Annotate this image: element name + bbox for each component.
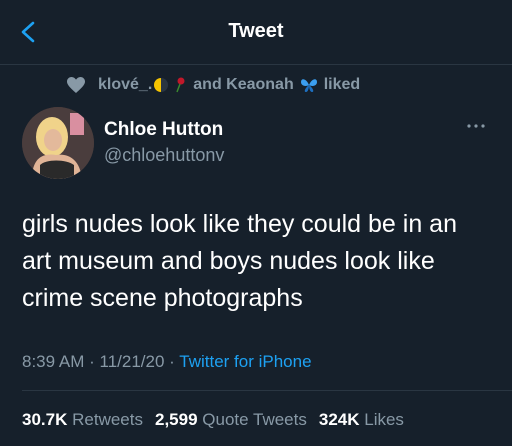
social-context[interactable]: klové_. and Keaonah liked bbox=[66, 74, 360, 96]
liked-label: liked bbox=[323, 76, 361, 93]
quote-tweets-label: Quote Tweets bbox=[202, 410, 307, 429]
stats-divider bbox=[22, 390, 512, 391]
page-title: Tweet bbox=[228, 20, 284, 42]
likes-stat[interactable]: 324K Likes bbox=[319, 410, 404, 430]
meta-separator: · bbox=[169, 352, 175, 371]
author-handle[interactable]: @chloehuttonv bbox=[104, 145, 224, 166]
likes-count: 324K bbox=[318, 410, 360, 429]
meta-separator: · bbox=[89, 352, 95, 371]
liked-others: and Keaonah bbox=[193, 76, 294, 93]
rose-emoji-icon bbox=[176, 77, 185, 93]
liker-name[interactable]: klové_. bbox=[98, 76, 152, 94]
more-options-icon[interactable] bbox=[466, 122, 486, 130]
tweet-text: girls nudes look like they could be in a… bbox=[22, 210, 457, 312]
tweet-date: 11/21/20 bbox=[99, 352, 165, 371]
header-divider bbox=[0, 64, 512, 65]
tweet-stats: 30.7K Retweets 2,599 Quote Tweets 324K L… bbox=[22, 410, 404, 430]
retweets-stat[interactable]: 30.7K Retweets bbox=[22, 410, 143, 430]
avatar[interactable] bbox=[22, 107, 94, 179]
tweet-source-link[interactable]: Twitter for iPhone bbox=[179, 352, 311, 371]
retweets-label: Retweets bbox=[72, 410, 143, 429]
avatar-photo-icon bbox=[22, 107, 94, 179]
moon-emoji-icon bbox=[154, 78, 169, 92]
tweet-meta: 8:39 AM · 11/21/20 · Twitter for iPhone bbox=[22, 352, 312, 372]
quote-tweets-count: 2,599 bbox=[154, 410, 198, 429]
quote-tweets-stat[interactable]: 2,599 Quote Tweets bbox=[155, 410, 307, 430]
top-bar: Tweet bbox=[0, 0, 512, 64]
butterfly-emoji-icon bbox=[300, 79, 317, 92]
retweets-count: 30.7K bbox=[22, 410, 68, 429]
heart-icon bbox=[67, 77, 85, 93]
author-name[interactable]: Chloe Hutton bbox=[104, 119, 223, 141]
tweet-time: 8:39 AM bbox=[22, 352, 85, 371]
likes-label: Likes bbox=[364, 410, 404, 429]
